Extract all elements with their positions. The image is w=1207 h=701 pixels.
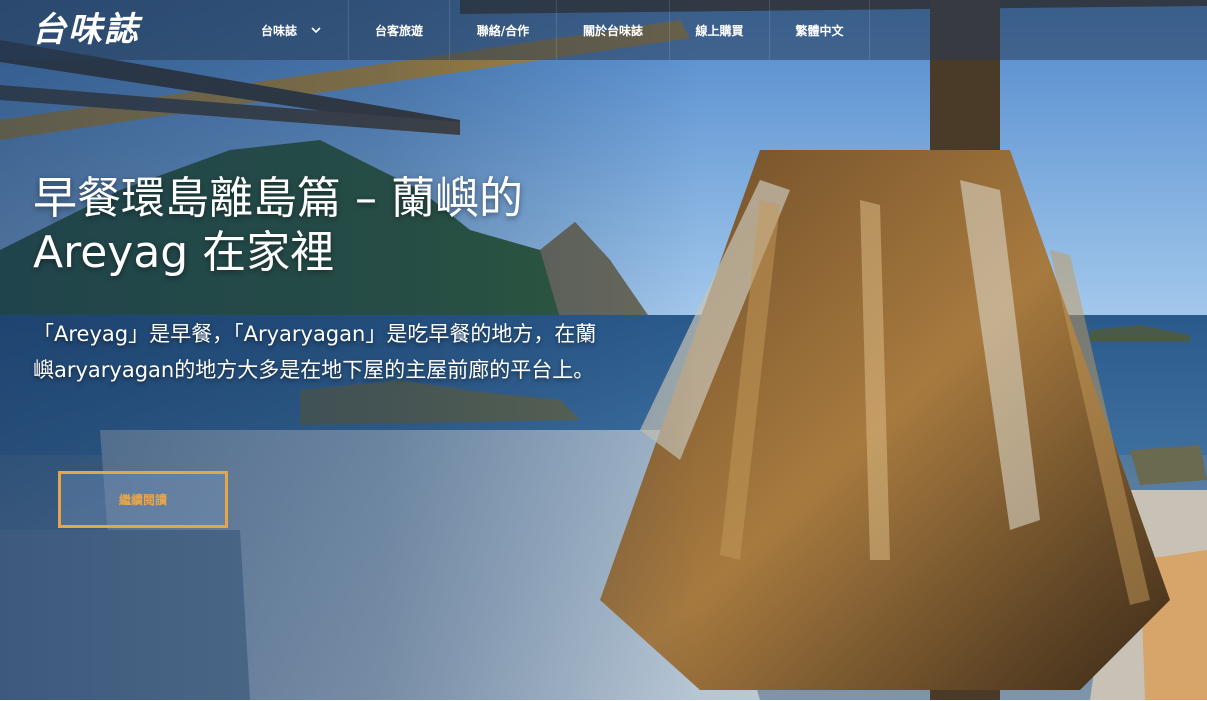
nav-item-travel[interactable]: 台客旅遊 bbox=[349, 0, 450, 60]
nav-item-language[interactable]: 繁體中文 bbox=[770, 0, 870, 60]
nav-item-label: 關於台味誌 bbox=[582, 23, 643, 38]
nav-item-label: 聯絡/合作 bbox=[476, 23, 530, 38]
post-excerpt: 「Areyag」是早餐，「Aryaryagan」是吃早餐的地方，在蘭嶼aryar… bbox=[33, 322, 597, 382]
nav-item-contact[interactable]: 聯絡/合作 bbox=[450, 0, 557, 60]
nav-item-label: 繁體中文 bbox=[795, 23, 844, 38]
site-logo-text: 台味誌 bbox=[32, 10, 140, 50]
read-more-button[interactable]: 繼續閱讀 bbox=[58, 471, 228, 528]
nav-item-taiwei-magazine[interactable]: 台味誌 bbox=[234, 0, 349, 60]
top-navigation: 台味誌 台味誌 台客旅遊 聯絡/合作 關於台味誌 線上購買 繁體中文 bbox=[0, 0, 1207, 60]
nav-item-about[interactable]: 關於台味誌 bbox=[557, 0, 670, 60]
nav-item-shop[interactable]: 線上購買 bbox=[670, 0, 770, 60]
site-logo[interactable]: 台味誌 bbox=[32, 8, 172, 52]
hero-banner: 早餐環島離島篇 – 蘭嶼的 Areyag 在家裡 「Areyag」是早餐，「Ar… bbox=[0, 0, 1207, 700]
nav-item-label: 台客旅遊 bbox=[374, 23, 423, 38]
post-title[interactable]: 早餐環島離島篇 – 蘭嶼的 Areyag 在家裡 bbox=[33, 172, 613, 280]
post-title-line-1[interactable]: 早餐環島離島篇 – 蘭嶼的 bbox=[33, 172, 613, 226]
nav-item-label: 線上購買 bbox=[695, 23, 744, 38]
main-menu: 台味誌 台客旅遊 聯絡/合作 關於台味誌 線上購買 繁體中文 bbox=[234, 0, 870, 60]
chevron-down-icon[interactable] bbox=[311, 24, 321, 37]
post-title-line-2[interactable]: Areyag 在家裡 bbox=[33, 226, 613, 280]
nav-item-label: 台味誌 bbox=[260, 23, 297, 38]
